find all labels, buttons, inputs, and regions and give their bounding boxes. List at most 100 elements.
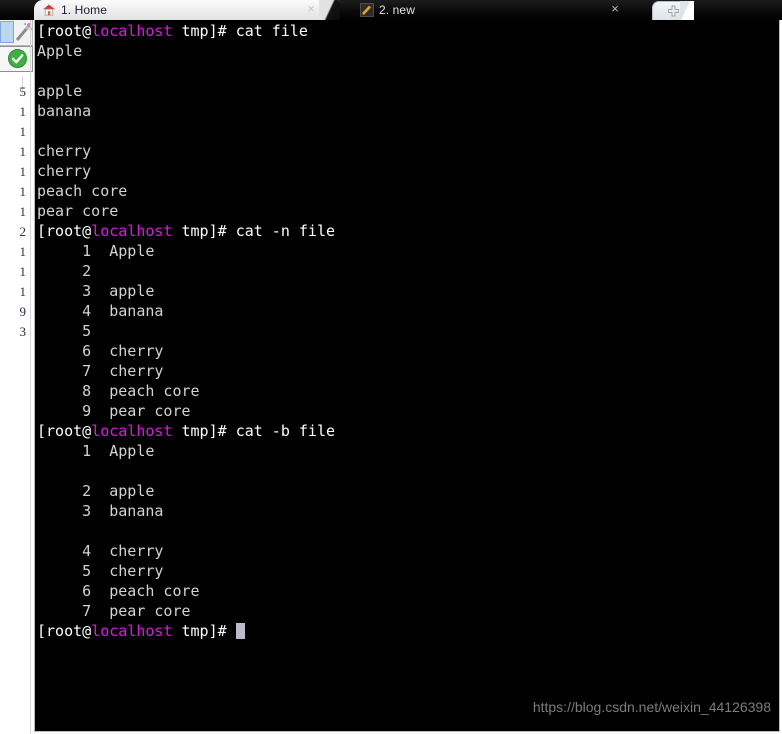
terminal-output-line: 5 <box>37 321 779 341</box>
terminal-output-text: apple <box>37 82 83 100</box>
terminal-output-line: banana <box>37 101 779 121</box>
terminal-command: cat file <box>235 22 308 40</box>
prompt-hostname: localhost <box>91 622 173 640</box>
prompt-prefix: [root@ <box>37 222 92 240</box>
terminal-output-text: 2 apple <box>37 482 155 500</box>
terminal-output-line: apple <box>37 81 779 101</box>
tab-new[interactable]: 2. new × <box>352 0 644 20</box>
prompt-prefix: [root@ <box>37 622 92 640</box>
watermark-text: https://blog.csdn.net/weixin_44126398 <box>532 699 771 715</box>
terminal-output-line: Apple <box>37 41 779 61</box>
plus-icon <box>667 5 679 16</box>
terminal-output-text: 4 cherry <box>37 542 164 560</box>
terminal-output-text: 3 apple <box>37 282 155 300</box>
terminal-output-line: 1 Apple <box>37 441 779 461</box>
terminal-prompt-line: [root@localhost tmp]# cat file <box>37 21 779 41</box>
terminal-cursor <box>235 623 245 639</box>
terminal-output-text: 6 peach core <box>37 582 200 600</box>
terminal-prompt-line: [root@localhost tmp]# cat -b file <box>37 421 779 441</box>
sidebar-number-item: 1 <box>19 144 27 159</box>
terminal-output-line: pear core <box>37 201 779 221</box>
prompt-suffix: tmp]# <box>172 22 236 40</box>
tab-new-close-icon[interactable]: × <box>608 2 622 16</box>
terminal-output-text: 5 <box>37 322 110 340</box>
sidebar-number-item: 1 <box>19 244 27 259</box>
blue-rect-icon[interactable] <box>0 21 14 43</box>
terminal-output-line: 6 cherry <box>37 341 779 361</box>
prompt-suffix: tmp]# <box>172 222 236 240</box>
prompt-hostname: localhost <box>91 422 173 440</box>
terminal-prompt-line: [root@localhost tmp]# <box>37 621 779 641</box>
terminal-output-text: 1 Apple <box>37 442 155 460</box>
terminal-output-text: cherry <box>37 162 92 180</box>
terminal-output-line: 7 pear core <box>37 601 779 621</box>
terminal-output-text: pear core <box>37 202 119 220</box>
terminal-output-line: 7 cherry <box>37 361 779 381</box>
terminal-output-line: 8 peach core <box>37 381 779 401</box>
prompt-suffix: tmp]# <box>172 422 236 440</box>
terminal-output-text: cherry <box>37 142 92 160</box>
sidebar-right-border <box>30 0 31 734</box>
prompt-hostname: localhost <box>91 22 173 40</box>
sidebar-number-item: 1 <box>19 184 27 199</box>
tab-new-label: 2. new <box>379 3 415 17</box>
sidebar-number-item: 1 <box>19 284 27 299</box>
terminal-output-line: 4 cherry <box>37 541 779 561</box>
terminal-output: [root@localhost tmp]# cat file Apple apple… <box>37 21 779 731</box>
terminal-output-text: peach core <box>37 182 128 200</box>
terminal-command: cat -b file <box>235 422 336 440</box>
sidebar-number-item: 5 <box>19 84 27 99</box>
terminal-output-line: 5 cherry <box>37 561 779 581</box>
terminal-output-text: Apple <box>37 42 83 60</box>
terminal-window[interactable]: [root@localhost tmp]# cat file Apple apple… <box>34 20 780 732</box>
terminal-output-line: peach core <box>37 181 779 201</box>
terminal-output-text: 3 banana <box>37 502 164 520</box>
terminal-output-text: 2 <box>37 262 110 280</box>
new-tab-button[interactable] <box>652 1 694 20</box>
terminal-output-line: 2 <box>37 261 779 281</box>
tab-bar: 1. Home × 2. new × <box>0 0 782 20</box>
prompt-hostname: localhost <box>91 222 173 240</box>
terminal-output-text: 6 cherry <box>37 342 164 360</box>
tab-home[interactable]: 1. Home × <box>34 0 340 20</box>
terminal-output-text: 7 cherry <box>37 362 164 380</box>
sidebar-number-item: 9 <box>19 304 27 319</box>
sidebar-number-item: 2 <box>19 224 27 239</box>
left-sidebar-panel: 5 1 1 1 1 1 1 2 1 1 1 9 3 <box>0 0 34 734</box>
prompt-prefix: [root@ <box>37 22 92 40</box>
terminal-command: cat -n file <box>235 222 336 240</box>
terminal-output-text: banana <box>37 102 92 120</box>
home-icon <box>42 3 56 17</box>
terminal-output-line: 3 apple <box>37 281 779 301</box>
terminal-output-line: cherry <box>37 161 779 181</box>
sidebar-number-item: 1 <box>19 264 27 279</box>
terminal-output-line: 3 banana <box>37 501 779 521</box>
terminal-output-text: 7 pear core <box>37 602 191 620</box>
terminal-output-line: 4 banana <box>37 301 779 321</box>
prompt-prefix: [root@ <box>37 422 92 440</box>
pencil-icon <box>360 3 374 17</box>
terminal-output-line: 6 peach core <box>37 581 779 601</box>
terminal-output-text: 1 Apple <box>37 242 155 260</box>
sidebar-number-item: 1 <box>19 124 27 139</box>
terminal-output-text: 4 banana <box>37 302 164 320</box>
terminal-output-text: 9 pear core <box>37 402 191 420</box>
terminal-prompt-line: [root@localhost tmp]# cat -n file <box>37 221 779 241</box>
tab-home-close-icon[interactable]: × <box>304 2 318 16</box>
terminal-output-line: 9 pear core <box>37 401 779 421</box>
sidebar-number-item: 3 <box>19 324 27 339</box>
sidebar-number-list: 5 1 1 1 1 1 1 2 1 1 1 9 3 <box>0 82 30 342</box>
terminal-output-line: 1 Apple <box>37 241 779 261</box>
green-check-icon[interactable] <box>8 49 27 68</box>
sidebar-number-item: 1 <box>19 104 27 119</box>
tab-home-label: 1. Home <box>61 3 108 17</box>
sidebar-number-item: 1 <box>19 164 27 179</box>
terminal-output-text: 5 cherry <box>37 562 164 580</box>
terminal-output-text: 8 peach core <box>37 382 200 400</box>
sidebar-number-item: 1 <box>19 204 27 219</box>
prompt-suffix: tmp]# <box>172 622 236 640</box>
